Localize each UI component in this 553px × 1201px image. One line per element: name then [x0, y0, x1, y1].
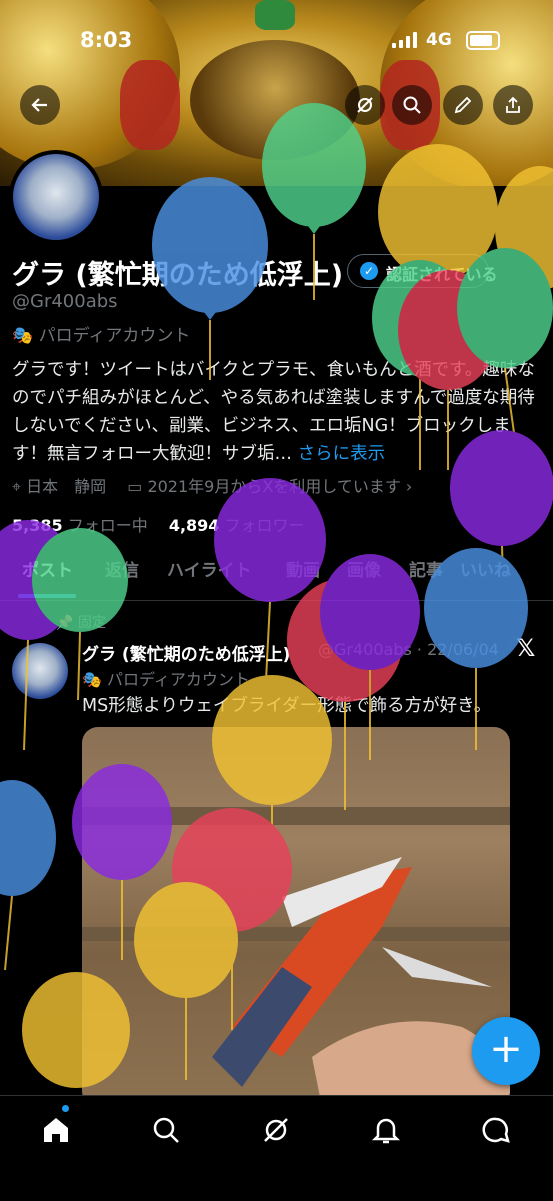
post-parody-text: パロディアカウント [107, 670, 250, 689]
tab-highlights[interactable]: ハイライト [167, 556, 252, 581]
home-icon [44, 1118, 68, 1142]
post-author-name[interactable]: グラ (繁忙期のため低浮上) [82, 640, 290, 665]
network-label: 4G [426, 30, 452, 50]
compose-post-button[interactable]: + [472, 1017, 540, 1085]
nav-grok[interactable] [258, 1112, 294, 1148]
chevron-right-icon[interactable]: › [406, 477, 412, 496]
get-verified-label: 認証されている [386, 265, 498, 284]
following-label: フォロー中 [67, 516, 148, 535]
share-button[interactable] [493, 85, 533, 125]
parody-label-text: パロディアカウント [38, 326, 191, 346]
post-image[interactable] [82, 727, 510, 1107]
tab-articles[interactable]: 記事 [409, 556, 443, 581]
profile-tabs: ポスト 返信 ハイライト 動画 画像 記事 いいね [0, 556, 553, 601]
search-icon [403, 96, 421, 114]
nav-home[interactable] [38, 1112, 74, 1148]
balloon-blue [0, 780, 56, 971]
location-pin-icon: ⌖ [12, 477, 27, 496]
profile-meta: ⌖ 日本 静岡 ▭ 2021年9月からXを利用しています › [12, 473, 412, 497]
nav-search[interactable] [148, 1112, 184, 1148]
x-logo-icon: 𝕏 [516, 634, 536, 662]
join-date: 2021年9月からXを利用しています [147, 477, 401, 496]
verified-badge-icon: ✓ [360, 262, 378, 280]
edit-button[interactable] [443, 85, 483, 125]
pin-icon: 📌 [56, 615, 78, 631]
profile-avatar[interactable] [9, 150, 103, 244]
post-text: MS形態よりウェイブライダー形態で飾る方が好き。 [82, 696, 492, 716]
grok-button[interactable] [345, 85, 385, 125]
nav-messages[interactable] [478, 1112, 514, 1148]
following-link[interactable]: 5,385 フォロー中 [12, 516, 148, 535]
pencil-icon [454, 96, 472, 114]
grok-icon [264, 1118, 288, 1142]
share-icon [506, 96, 520, 113]
messages-icon [482, 1117, 510, 1143]
followers-label: フォロワー [224, 516, 305, 535]
display-name: グラ (繁忙期のため低浮上) [12, 260, 344, 291]
pinned-label: 固定 [77, 615, 106, 631]
plus-icon: + [489, 1026, 523, 1072]
parody-label: 🎭 パロディアカウント [12, 321, 190, 346]
notifications-icon [371, 1118, 401, 1144]
grok-icon [357, 97, 373, 113]
bio-text: グラです！ツイートはバイクとプラモ、食いもんと酒です。趣味なのでパチ組みがほとん… [12, 360, 535, 464]
tab-replies[interactable]: 返信 [105, 556, 139, 581]
post-author-handle: @Gr400abs · 22/06/04 [318, 640, 499, 659]
follow-counts: 5,385 フォロー中 4,894 フォロワー [12, 512, 305, 536]
status-time: 8:03 [80, 28, 133, 52]
mask-icon: 🎭 [82, 670, 108, 689]
get-verified-button[interactable]: ✓ 認証されている [347, 254, 498, 288]
back-arrow-icon [31, 98, 47, 112]
following-count: 5,385 [12, 516, 63, 535]
post-parody-label: 🎭 パロディアカウント [82, 666, 250, 690]
status-bar: 8:03 4G [0, 0, 553, 82]
search-icon [153, 1117, 179, 1143]
profile-handle: @Gr400abs [12, 291, 118, 312]
show-more-link[interactable]: さらに表示 [298, 444, 386, 464]
profile-bio: グラです！ツイートはバイクとプラモ、食いもんと酒です。趣味なのでパチ組みがほとん… [12, 356, 542, 468]
model-kit-photo [82, 807, 510, 1107]
followers-count: 4,894 [168, 516, 220, 535]
post-author-avatar[interactable] [12, 643, 68, 699]
followers-link[interactable]: 4,894 フォロワー [169, 516, 305, 535]
signal-icon [392, 32, 418, 48]
tab-posts[interactable]: ポスト [22, 556, 73, 581]
pinned-indicator: 📌 固定 [56, 612, 106, 632]
tab-likes[interactable]: いいね [460, 556, 511, 581]
tab-videos[interactable]: 動画 [286, 556, 320, 581]
search-button[interactable] [392, 85, 432, 125]
home-notification-dot [62, 1105, 69, 1112]
bottom-navigation [0, 1095, 553, 1201]
balloon-purple [0, 520, 76, 751]
back-button[interactable] [20, 85, 60, 125]
active-tab-indicator [18, 594, 76, 598]
profile-location: 日本 静岡 [26, 477, 107, 496]
tab-media[interactable]: 画像 [347, 556, 381, 581]
calendar-icon: ▭ [111, 477, 148, 496]
mask-icon: 🎭 [12, 326, 39, 346]
nav-notifications[interactable] [368, 1112, 404, 1148]
battery-icon [466, 31, 500, 50]
